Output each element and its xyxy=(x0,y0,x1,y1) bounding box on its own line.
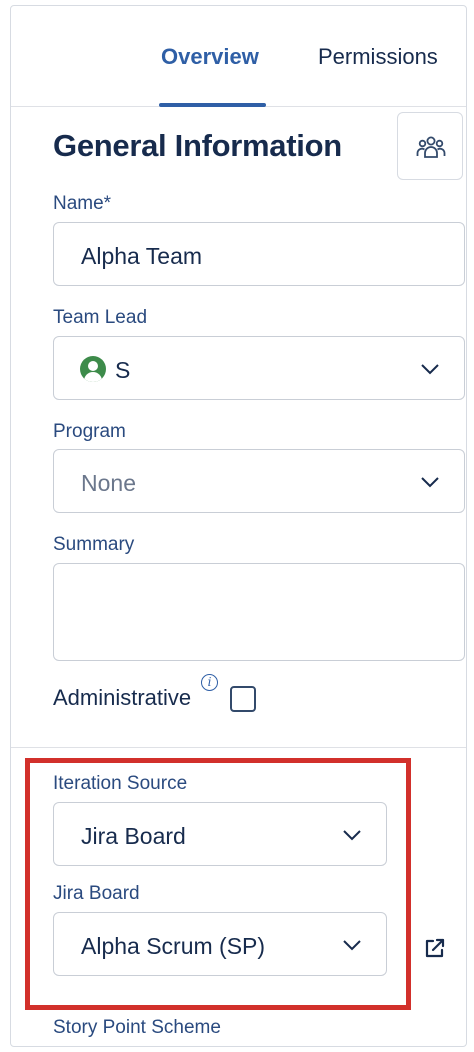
section-divider xyxy=(11,747,466,748)
administrative-label: Administrative xyxy=(53,685,192,710)
name-label: Name* xyxy=(53,193,112,214)
chevron-down-icon xyxy=(343,830,361,841)
jira-board-value: Alpha Scrum (SP) xyxy=(81,933,266,959)
user-avatar-icon xyxy=(80,356,106,382)
summary-textarea[interactable] xyxy=(53,563,465,661)
program-label: Program xyxy=(53,421,126,442)
team-members-button[interactable] xyxy=(397,112,463,180)
info-icon[interactable]: i xyxy=(201,674,218,691)
team-lead-value: S xyxy=(115,357,131,383)
chevron-down-icon xyxy=(421,477,439,488)
name-value: Alpha Team xyxy=(81,243,203,269)
summary-label: Summary xyxy=(53,534,135,555)
external-link-icon[interactable] xyxy=(424,937,446,959)
iteration-source-label: Iteration Source xyxy=(53,773,188,794)
team-lead-label: Team Lead xyxy=(53,307,148,328)
iteration-source-value: Jira Board xyxy=(81,823,186,849)
administrative-checkbox[interactable] xyxy=(230,686,256,712)
chevron-down-icon xyxy=(421,364,439,375)
active-tab-indicator xyxy=(159,103,266,107)
jira-board-label: Jira Board xyxy=(53,883,140,904)
team-lead-select[interactable]: S xyxy=(53,336,465,400)
program-value: None xyxy=(81,470,136,496)
chevron-down-icon xyxy=(343,940,361,951)
team-details-panel: Overview Permissions General Information… xyxy=(10,5,467,1047)
program-select[interactable]: None xyxy=(53,449,465,513)
jira-board-select[interactable]: Alpha Scrum (SP) xyxy=(53,912,387,976)
tab-bar: Overview Permissions xyxy=(11,6,466,107)
tab-overview[interactable]: Overview xyxy=(161,44,259,70)
iteration-source-select[interactable]: Jira Board xyxy=(53,802,387,866)
section-title: General Information xyxy=(53,128,342,163)
team-icon xyxy=(416,136,446,158)
story-point-scheme-label: Story Point Scheme xyxy=(53,1017,221,1038)
name-input[interactable]: Alpha Team xyxy=(53,222,465,286)
tab-permissions[interactable]: Permissions xyxy=(318,44,438,70)
